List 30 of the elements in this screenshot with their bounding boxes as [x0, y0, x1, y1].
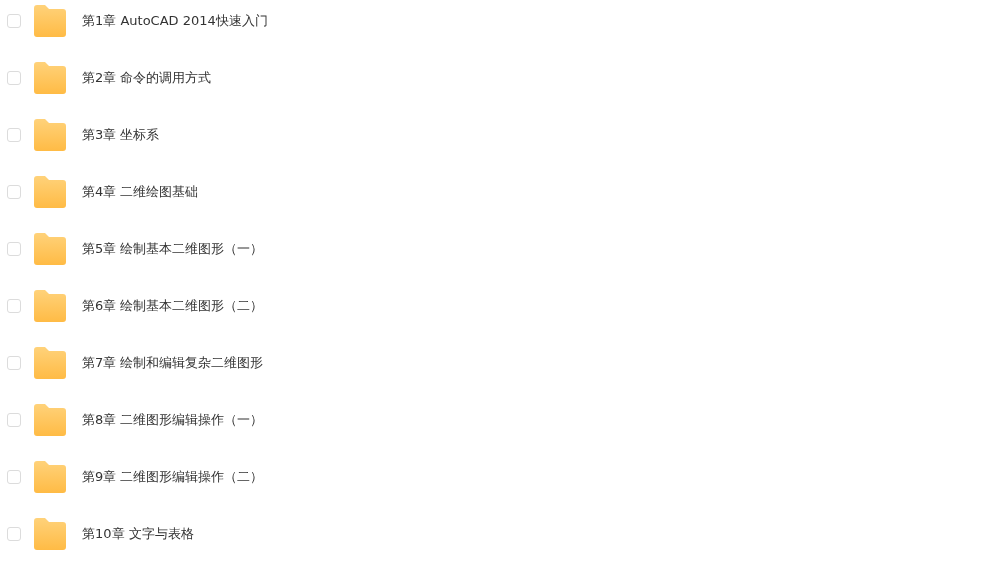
folder-name[interactable]: 第4章 二维绘图基础 — [82, 176, 199, 208]
folder-icon — [34, 233, 66, 265]
folder-name[interactable]: 第3章 坐标系 — [82, 119, 160, 151]
folder-name[interactable]: 第8章 二维图形编辑操作（一） — [82, 404, 264, 436]
folder-name[interactable]: 第1章 AutoCAD 2014快速入门 — [82, 5, 268, 37]
folder-icon — [34, 119, 66, 151]
folder-icon — [34, 461, 66, 493]
folder-name[interactable]: 第10章 文字与表格 — [82, 518, 194, 550]
folder-icon — [34, 62, 66, 94]
checkbox[interactable] — [7, 128, 21, 142]
checkbox[interactable] — [7, 413, 21, 427]
folder-icon — [34, 347, 66, 379]
checkbox[interactable] — [7, 14, 21, 28]
folder-name[interactable]: 第6章 绘制基本二维图形（二） — [82, 290, 264, 322]
checkbox[interactable] — [7, 185, 21, 199]
folder-name[interactable]: 第9章 二维图形编辑操作（二） — [82, 461, 264, 493]
folder-name[interactable]: 第5章 绘制基本二维图形（一） — [82, 233, 264, 265]
folder-icon — [34, 176, 66, 208]
checkbox[interactable] — [7, 527, 21, 541]
folder-icon — [34, 404, 66, 436]
folder-name[interactable]: 第2章 命令的调用方式 — [82, 62, 212, 94]
folder-icon — [34, 518, 66, 550]
folder-name[interactable]: 第7章 绘制和编辑复杂二维图形 — [82, 347, 264, 379]
checkbox[interactable] — [7, 71, 21, 85]
checkbox[interactable] — [7, 470, 21, 484]
checkbox[interactable] — [7, 242, 21, 256]
checkbox[interactable] — [7, 299, 21, 313]
folder-icon — [34, 290, 66, 322]
checkbox[interactable] — [7, 356, 21, 370]
folder-icon — [34, 5, 66, 37]
